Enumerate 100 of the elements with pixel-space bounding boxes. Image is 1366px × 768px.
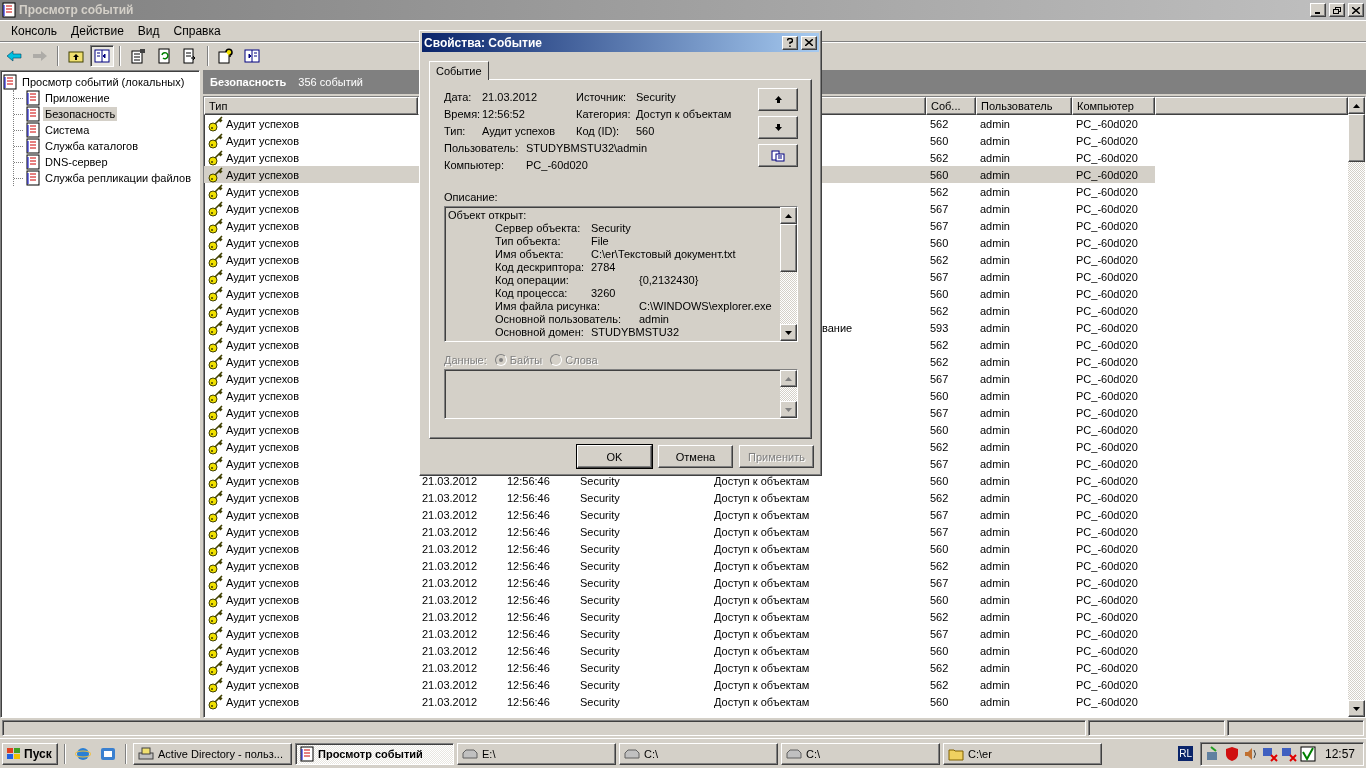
table-cell-text: PC_-60d020 bbox=[1075, 337, 1139, 353]
taskbar-button[interactable]: Просмотр событий bbox=[295, 742, 454, 765]
data-field[interactable] bbox=[444, 369, 798, 419]
table-cell-text: PC_-60d020 bbox=[1075, 575, 1139, 591]
start-button[interactable]: Пуск bbox=[2, 742, 58, 765]
dialog-button[interactable]: OK bbox=[577, 445, 652, 468]
table-cell-text: admin bbox=[979, 286, 1011, 302]
close-button[interactable] bbox=[1348, 3, 1364, 17]
folder-icon bbox=[948, 746, 964, 761]
tree-item[interactable]: Служба каталогов bbox=[43, 139, 141, 153]
tree-item[interactable]: Служба репликации файлов bbox=[43, 171, 194, 185]
menu-item[interactable]: Справка bbox=[166, 24, 228, 38]
description-value: admin bbox=[639, 313, 669, 326]
table-cell-text: PC_-60d020 bbox=[1075, 643, 1139, 659]
table-cell: Доступ к объектам bbox=[714, 576, 810, 589]
close-button[interactable] bbox=[801, 35, 817, 50]
desktop-icon[interactable] bbox=[100, 745, 116, 762]
export-icon bbox=[182, 47, 198, 64]
copy-button[interactable] bbox=[758, 144, 798, 167]
section-label: Описание: bbox=[444, 191, 499, 203]
taskbar-button[interactable]: C:\ bbox=[619, 742, 778, 765]
tree-item[interactable]: Система bbox=[43, 123, 92, 137]
menu-item[interactable]: Вид bbox=[130, 24, 167, 38]
minimize-button[interactable] bbox=[1310, 3, 1326, 17]
toolbar-button[interactable] bbox=[90, 44, 114, 67]
table-cell-text: PC_-60d020 bbox=[1075, 609, 1139, 625]
log-icon bbox=[26, 138, 40, 154]
table-cell: Security bbox=[580, 576, 620, 589]
table-cell-text: 562 bbox=[929, 337, 950, 353]
table-cell-text: admin bbox=[979, 320, 1011, 336]
dialog-title: Свойства: Событие bbox=[424, 35, 543, 50]
scrollbar[interactable] bbox=[1348, 97, 1365, 717]
table-cell: Аудит успехов bbox=[204, 506, 418, 523]
tree-item[interactable]: Просмотр событий (локальных) bbox=[20, 75, 187, 89]
table-cell: 21.03.2012 bbox=[422, 491, 478, 504]
scroll-down-icon bbox=[785, 407, 792, 412]
column-header[interactable]: Тип bbox=[204, 97, 418, 115]
language-indicator[interactable]: RL bbox=[1178, 746, 1193, 761]
table-cell-text: PC_-60d020 bbox=[1075, 626, 1139, 642]
taskbar-button[interactable]: E:\ bbox=[457, 742, 616, 765]
scroll-thumb[interactable] bbox=[1348, 114, 1365, 162]
field-value: Security bbox=[636, 91, 677, 103]
table-cell: Security bbox=[580, 542, 620, 555]
table-cell-text: 560 bbox=[929, 592, 950, 608]
field-value: Доступ к объектам bbox=[636, 108, 733, 120]
maximize-button[interactable] bbox=[1329, 3, 1345, 17]
table-cell: Аудит успехов bbox=[204, 438, 418, 455]
tab[interactable]: Событие bbox=[429, 61, 489, 80]
menu-item[interactable]: Действие bbox=[64, 24, 131, 38]
column-header[interactable]: Пользователь bbox=[976, 97, 1072, 115]
field-label: Источник: bbox=[576, 91, 627, 103]
table-cell-text: admin bbox=[979, 575, 1011, 591]
network-disconnected-icon[interactable] bbox=[1261, 745, 1278, 762]
key-icon bbox=[208, 251, 224, 268]
table-cell: 21.03.2012 bbox=[422, 559, 478, 572]
table-cell: Аудит успехов bbox=[204, 370, 418, 387]
table-cell: 21.03.2012 bbox=[422, 593, 478, 606]
table-cell-text: 560 bbox=[929, 422, 950, 438]
table-cell: 21.03.2012 bbox=[422, 695, 478, 708]
scrollbar[interactable] bbox=[780, 207, 797, 341]
column-header[interactable]: Соб... bbox=[926, 97, 976, 115]
table-cell-text: PC_-60d020 bbox=[1075, 354, 1139, 370]
table-cell: Аудит успехов bbox=[204, 353, 418, 370]
next-button[interactable] bbox=[758, 116, 798, 139]
table-cell: Аудит успехов bbox=[204, 217, 418, 234]
table-cell: Доступ к объектам bbox=[714, 491, 810, 504]
description-label: Код процесса: bbox=[495, 287, 569, 300]
checkmark-icon[interactable] bbox=[1299, 745, 1316, 762]
shield-icon[interactable] bbox=[1223, 745, 1240, 762]
table-cell: 21.03.2012 bbox=[422, 542, 478, 555]
table-cell-text: 562 bbox=[929, 558, 950, 574]
table-cell-text: PC_-60d020 bbox=[1075, 252, 1139, 268]
refresh-icon bbox=[156, 47, 172, 64]
key-icon bbox=[208, 217, 224, 234]
down-arrow-icon bbox=[773, 123, 783, 132]
taskbar-button[interactable]: C:\ bbox=[781, 742, 940, 765]
browser-icon[interactable] bbox=[75, 745, 91, 762]
menu-item[interactable]: Консоль bbox=[4, 24, 65, 38]
tree-item[interactable]: DNS-сервер bbox=[43, 155, 110, 169]
taskbar-button[interactable]: Active Directory - польз... bbox=[133, 742, 292, 765]
log-icon bbox=[26, 90, 40, 106]
description-field[interactable] bbox=[444, 206, 798, 342]
description-label: Код дескриптора: bbox=[495, 261, 586, 274]
previous-button[interactable] bbox=[758, 88, 798, 111]
table-cell-text: PC_-60d020 bbox=[1075, 439, 1139, 455]
tree-item[interactable]: Безопасность bbox=[43, 107, 118, 121]
table-cell-text: 562 bbox=[929, 116, 950, 132]
table-cell-text: admin bbox=[979, 473, 1011, 489]
column-header[interactable] bbox=[1155, 97, 1348, 115]
table-cell-text: admin bbox=[979, 626, 1011, 642]
taskbar-button[interactable]: C:\er bbox=[943, 742, 1102, 765]
table-cell: Аудит успехов bbox=[204, 523, 418, 540]
scroll-up-icon bbox=[1353, 103, 1360, 108]
dialog-button[interactable]: Отмена bbox=[658, 445, 733, 468]
tree-item[interactable]: Приложение bbox=[43, 91, 112, 105]
column-header[interactable]: Компьютер bbox=[1072, 97, 1155, 115]
network-disconnected-icon[interactable] bbox=[1280, 745, 1297, 762]
help-button[interactable] bbox=[782, 35, 798, 50]
table-cell-text: admin bbox=[979, 422, 1011, 438]
description-value: C:\WINDOWS\explorer.exe bbox=[639, 300, 772, 313]
